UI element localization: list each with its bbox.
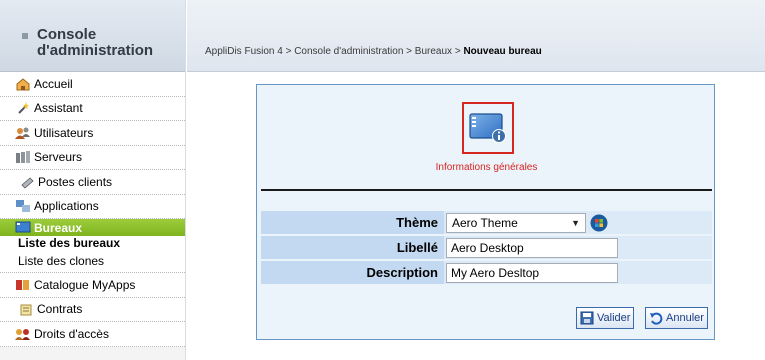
catalog-icon <box>15 277 31 293</box>
general-info-tab[interactable] <box>462 102 514 154</box>
description-label: Description <box>261 261 444 285</box>
home-icon <box>15 76 31 92</box>
top-bar: AppliDis Fusion 4 > Console d'administra… <box>187 0 765 72</box>
access-rights-icon <box>15 326 31 342</box>
users-icon <box>15 125 31 141</box>
undo-icon <box>650 312 663 325</box>
general-info-icon <box>469 113 506 143</box>
sidebar-item-applications[interactable]: Applications <box>0 194 185 219</box>
desktop-icon <box>15 220 31 236</box>
save-icon <box>580 311 594 325</box>
sidebar-item-bureaux[interactable]: Bureaux <box>0 219 185 236</box>
description-row: Description <box>261 261 712 285</box>
sidebar-item-droits-acces[interactable]: Droits d'accès <box>0 322 185 347</box>
libelle-label: Libellé <box>261 236 444 260</box>
theme-select-value: Aero Theme <box>452 215 518 230</box>
windows-logo-icon <box>590 214 608 231</box>
applications-icon <box>15 198 31 214</box>
sidebar-item-utilisateurs[interactable]: Utilisateurs <box>0 121 185 146</box>
libelle-input[interactable] <box>446 237 618 258</box>
new-desktop-panel: Informations générales Thème Aero Theme … <box>256 84 715 340</box>
sidebar-item-serveurs[interactable]: Serveurs <box>0 145 185 170</box>
section-divider <box>261 189 712 191</box>
breadcrumb-current: Nouveau bureau <box>463 46 542 57</box>
sidebar-item-catalogue-myapps[interactable]: Catalogue MyApps <box>0 273 185 298</box>
chevron-down-icon: ▼ <box>571 217 580 228</box>
console-title: Console d'administration <box>37 26 154 59</box>
sidebar-header: Console d'administration <box>0 0 185 72</box>
sidebar-item-postes-clients[interactable]: Postes clients <box>0 170 185 195</box>
client-workstation-icon <box>19 174 35 190</box>
theme-label: Thème <box>261 211 444 235</box>
sub-item-liste-des-clones[interactable]: Liste des clones <box>0 249 185 273</box>
sidebar-item-assistant[interactable]: Assistant <box>0 96 185 121</box>
sidebar-item-accueil[interactable]: Accueil <box>0 72 185 97</box>
breadcrumb: AppliDis Fusion 4 > Console d'administra… <box>205 46 542 57</box>
theme-row: Thème Aero Theme ▼ <box>261 211 712 235</box>
servers-icon <box>15 149 31 165</box>
sidebar-nav: Accueil Assistant Utilisateurs Serveurs … <box>0 72 185 347</box>
description-input[interactable] <box>446 262 618 283</box>
valider-button[interactable]: Valider <box>576 307 635 329</box>
annuler-button[interactable]: Annuler <box>645 307 708 329</box>
breadcrumb-path: AppliDis Fusion 4 > Console d'administra… <box>205 46 464 57</box>
annuler-label: Annuler <box>666 312 704 324</box>
valider-label: Valider <box>597 312 631 324</box>
sidebar: Console d'administration Accueil Assista… <box>0 0 186 360</box>
libelle-row: Libellé <box>261 236 712 260</box>
wand-icon <box>15 100 31 116</box>
sub-item-liste-des-bureaux[interactable]: Liste des bureaux <box>0 236 185 250</box>
bullet-icon <box>22 33 28 39</box>
general-info-label: Informations générales <box>435 162 538 173</box>
theme-select[interactable]: Aero Theme ▼ <box>446 212 586 233</box>
contract-icon <box>18 301 34 317</box>
sidebar-item-contrats[interactable]: Contrats <box>0 297 185 322</box>
